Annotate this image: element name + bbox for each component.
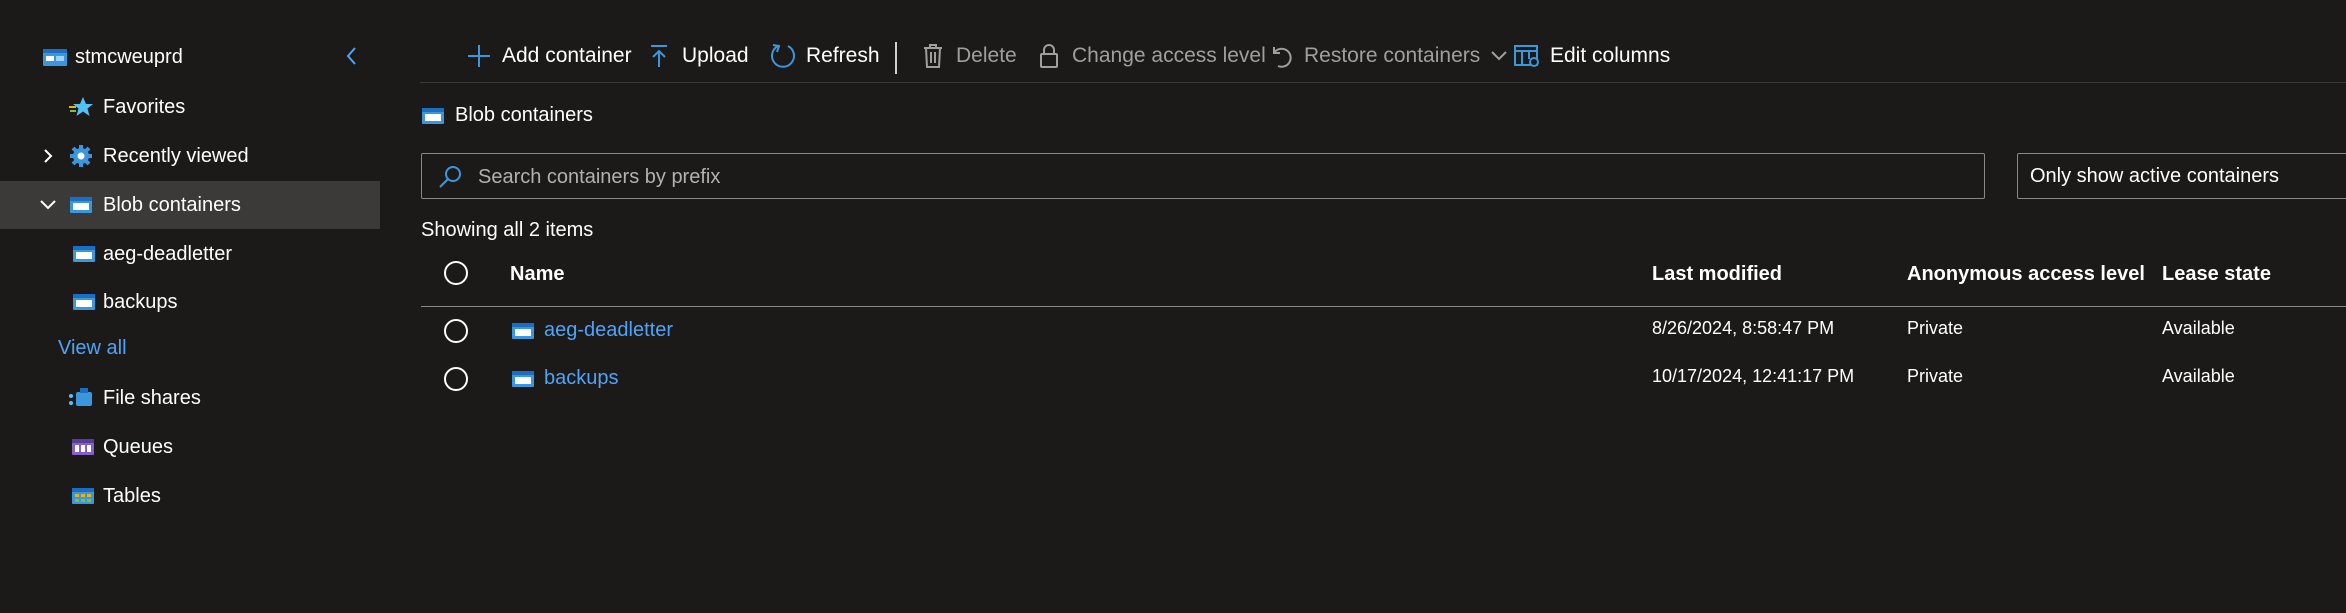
sidebar-item-recently-viewed[interactable]: Recently viewed	[0, 132, 380, 180]
column-header-name[interactable]: Name	[510, 263, 564, 286]
lease-state-cell: Available	[2162, 318, 2235, 338]
upload-label: Upload	[682, 44, 749, 67]
sidebar-item-label: File shares	[103, 386, 201, 409]
undo-icon	[1266, 41, 1296, 71]
last-modified-cell: 10/17/2024, 12:41:17 PM	[1652, 366, 1855, 386]
storage-account-icon	[42, 45, 68, 69]
search-input[interactable]	[476, 160, 1960, 194]
sidebar-item-label: Tables	[103, 484, 161, 507]
blob-container-icon	[71, 242, 97, 266]
column-header-lease-state[interactable]: Lease state	[2162, 263, 2271, 286]
account-name: stmcweuprd	[75, 45, 183, 68]
toolbar-divider	[895, 42, 897, 74]
sidebar-item-backups[interactable]: backups	[0, 278, 380, 326]
active-containers-filter-dropdown[interactable]: Only show active containers	[2017, 153, 2346, 199]
container-name-text: backups	[544, 367, 619, 389]
filter-selected-value: Only show active containers	[2030, 164, 2280, 187]
sidebar-item-tables[interactable]: Tables	[0, 472, 380, 520]
sidebar-item-label: backups	[103, 290, 178, 313]
access-level-cell: Private	[1907, 366, 1964, 386]
refresh-icon	[768, 41, 798, 71]
queue-icon	[70, 435, 96, 459]
file-share-icon	[68, 386, 94, 410]
table-icon	[70, 484, 96, 508]
header-divider	[421, 306, 2346, 307]
sidebar-item-label: Blob containers	[103, 193, 241, 216]
plus-icon	[464, 41, 494, 71]
container-name-text: aeg-deadletter	[544, 319, 673, 341]
upload-arrow-icon	[644, 41, 674, 71]
blob-container-icon	[421, 106, 445, 126]
edit-columns-button[interactable]: Edit columns	[1512, 38, 1670, 74]
trash-icon	[918, 41, 948, 71]
refresh-label: Refresh	[806, 44, 880, 67]
favorites-star-icon	[68, 95, 94, 119]
sidebar-item-storage-account[interactable]: stmcweuprd	[0, 33, 380, 81]
select-all-radio[interactable]	[444, 261, 468, 285]
section-title: Blob containers	[421, 104, 593, 127]
restore-containers-button[interactable]: Restore containers	[1266, 38, 1508, 74]
section-title-text: Blob containers	[455, 104, 593, 126]
command-bar: Add container Upload Refresh Delete Chan…	[420, 30, 2346, 83]
sidebar-item-queues[interactable]: Queues	[0, 423, 380, 471]
chevron-down-icon[interactable]	[1490, 50, 1508, 62]
column-header-access-level[interactable]: Anonymous access level	[1907, 263, 2145, 286]
delete-button[interactable]: Delete	[918, 38, 1017, 74]
access-level-cell: Private	[1907, 318, 1964, 338]
add-container-label: Add container	[502, 44, 632, 67]
refresh-button[interactable]: Refresh	[768, 38, 880, 74]
last-modified-cell: 8/26/2024, 8:58:47 PM	[1652, 318, 1835, 338]
upload-button[interactable]: Upload	[644, 38, 749, 74]
sidebar-item-blob-containers[interactable]: Blob containers	[0, 181, 380, 229]
search-icon	[438, 165, 462, 189]
container-name-link[interactable]: backups	[511, 367, 619, 390]
add-container-button[interactable]: Add container	[464, 38, 632, 74]
search-box[interactable]	[421, 153, 1985, 199]
blob-container-icon	[68, 193, 94, 217]
lock-icon	[1034, 41, 1064, 71]
lease-state-cell: Available	[2162, 366, 2235, 386]
blob-container-icon	[71, 290, 97, 314]
sidebar-item-favorites[interactable]: Favorites	[0, 83, 380, 131]
blob-container-icon	[511, 321, 535, 341]
container-name-link[interactable]: aeg-deadletter	[511, 319, 673, 342]
sidebar-item-label: aeg-deadletter	[103, 242, 232, 265]
chevron-down-icon[interactable]	[38, 195, 58, 215]
restore-containers-label: Restore containers	[1304, 44, 1481, 67]
gear-icon	[68, 144, 94, 168]
sidebar-item-file-shares[interactable]: File shares	[0, 374, 380, 422]
sidebar-item-label: Recently viewed	[103, 144, 249, 167]
sidebar-item-label: Favorites	[103, 95, 186, 118]
collapse-chevron-left-icon[interactable]	[340, 44, 364, 68]
sidebar: stmcweuprd Favorites Recently viewed Blo…	[0, 0, 380, 613]
delete-label: Delete	[956, 44, 1017, 67]
item-count: Showing all 2 items	[421, 219, 594, 241]
change-access-level-label: Change access level	[1072, 44, 1266, 67]
row-select-radio[interactable]	[444, 319, 468, 343]
blob-container-icon	[511, 369, 535, 389]
chevron-right-icon[interactable]	[38, 146, 58, 166]
edit-columns-label: Edit columns	[1550, 44, 1671, 67]
column-header-last-modified[interactable]: Last modified	[1652, 263, 1782, 286]
view-all-link[interactable]: View all	[58, 337, 127, 360]
edit-columns-icon	[1512, 41, 1542, 71]
sidebar-item-label: Queues	[103, 435, 174, 458]
row-select-radio[interactable]	[444, 367, 468, 391]
change-access-level-button[interactable]: Change access level	[1034, 38, 1266, 74]
sidebar-item-aeg-deadletter[interactable]: aeg-deadletter	[0, 230, 380, 278]
